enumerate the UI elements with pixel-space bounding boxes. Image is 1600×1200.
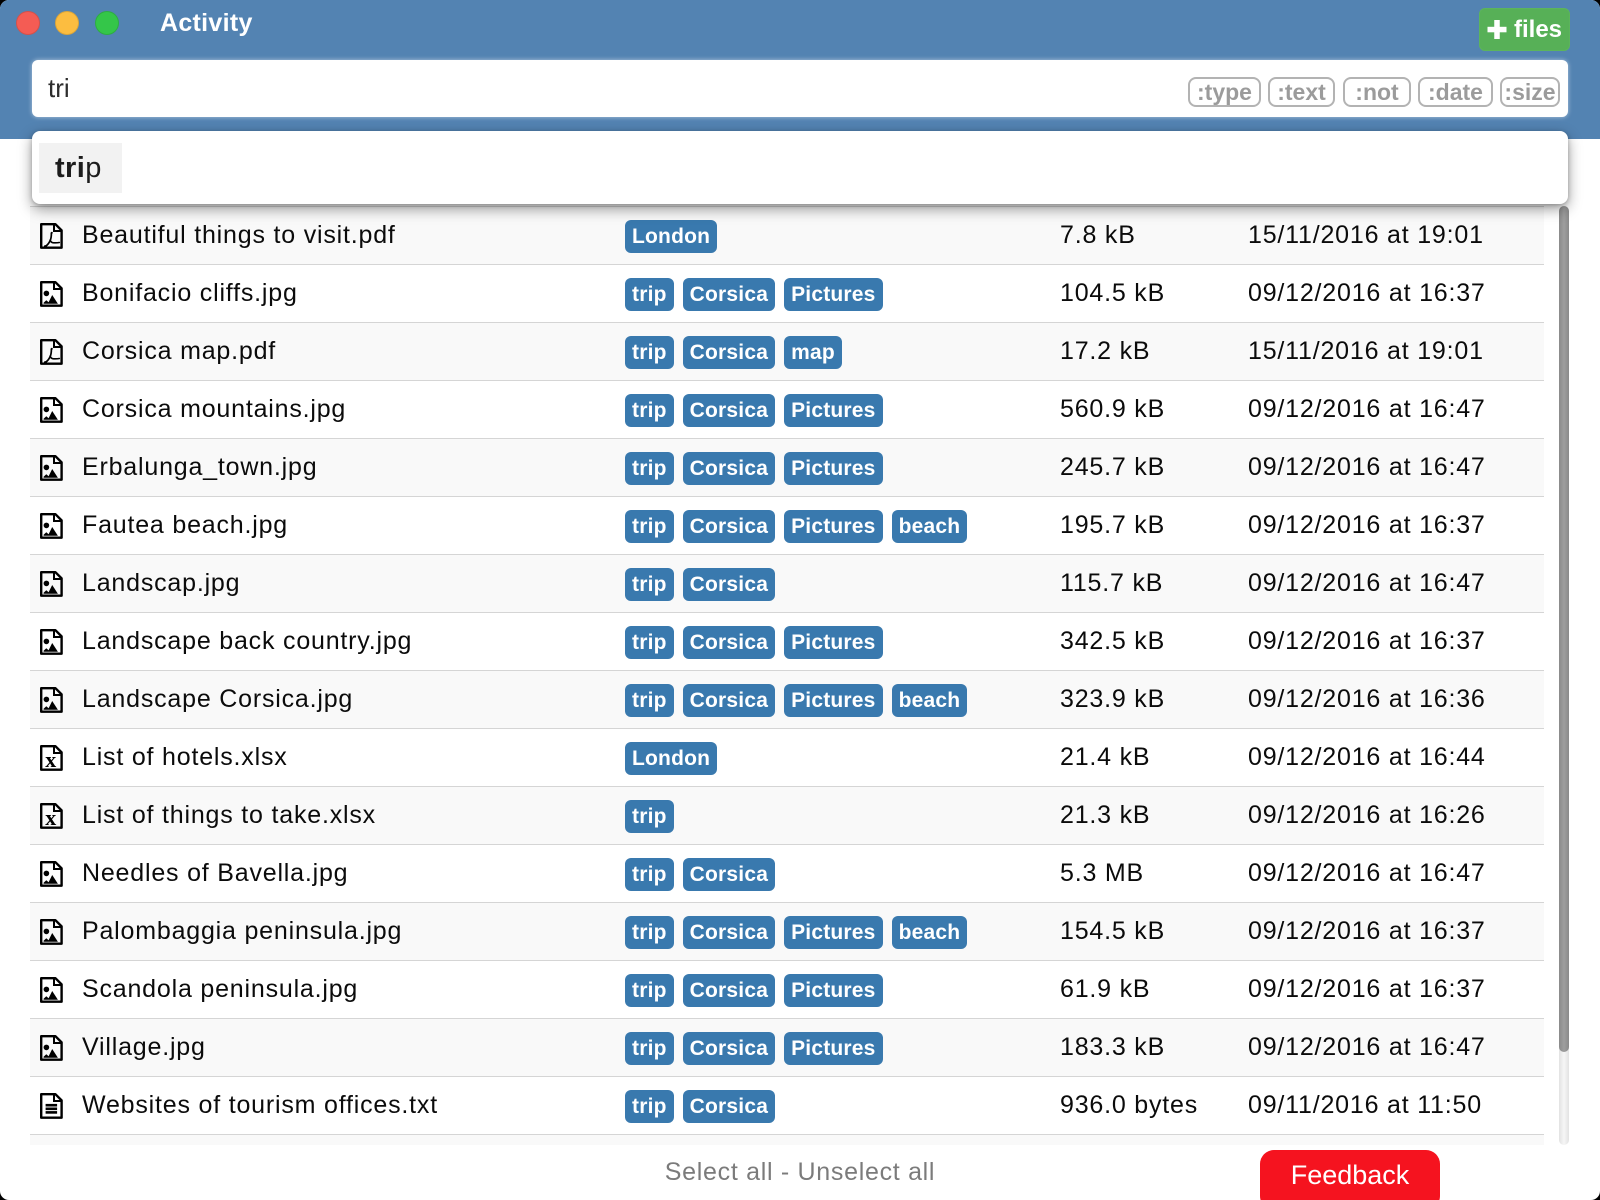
svg-text:x: x (45, 805, 56, 830)
svg-text:x: x (45, 747, 56, 772)
